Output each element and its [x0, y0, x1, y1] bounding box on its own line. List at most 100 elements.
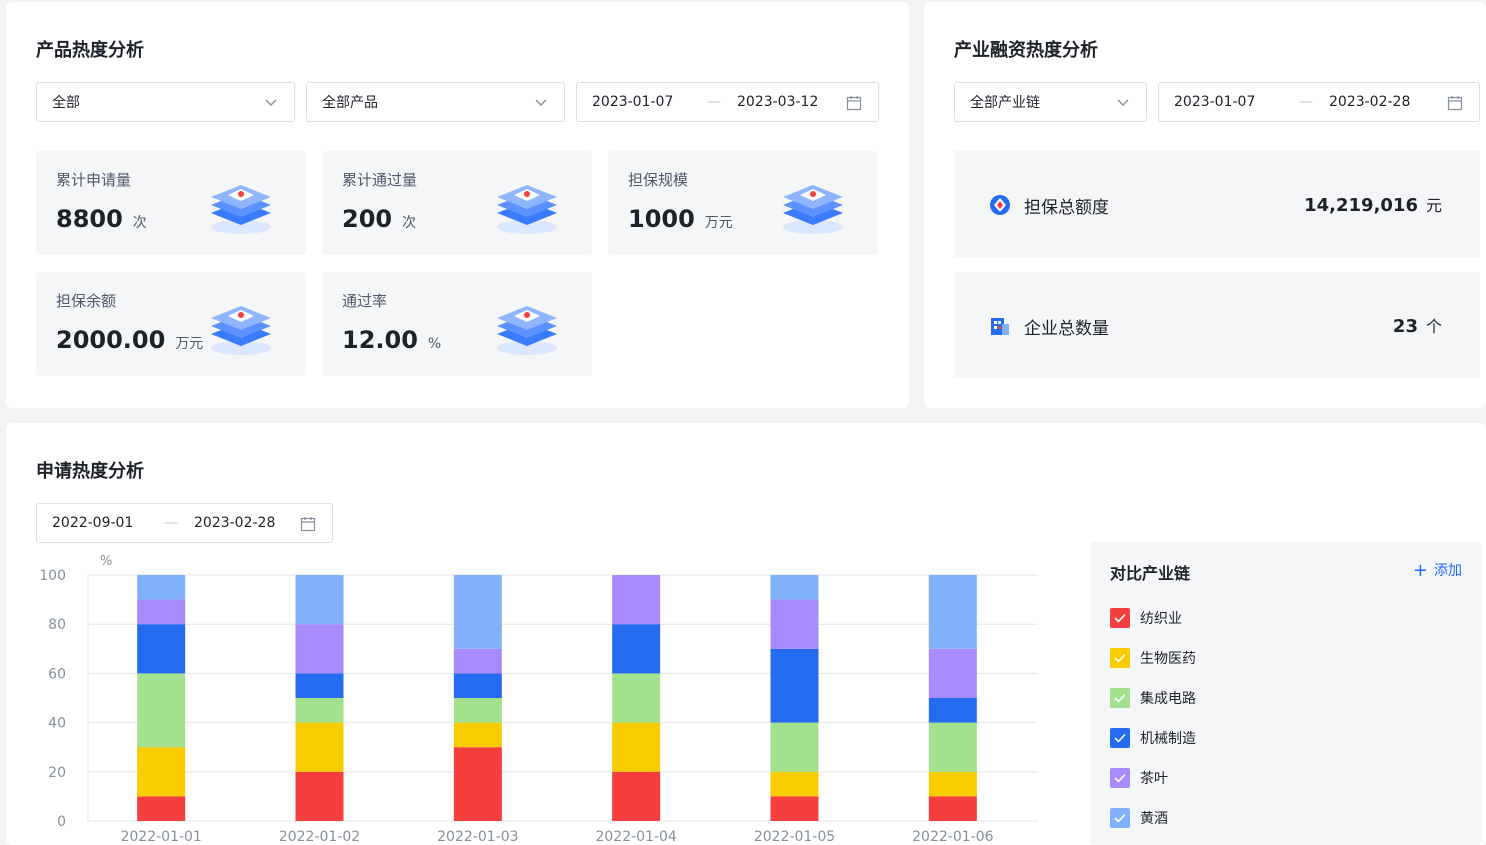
bar-segment	[137, 673, 186, 748]
calendar-icon[interactable]	[846, 95, 862, 111]
server-stack-icon	[497, 185, 557, 234]
y-axis-unit: %	[100, 554, 112, 569]
bar-segment	[137, 599, 186, 625]
bar-segment	[928, 575, 977, 649]
legend-item[interactable]: 茶叶	[1110, 768, 1168, 788]
panel-title: 产业融资热度分析	[954, 40, 1098, 61]
checkbox-checked-icon[interactable]	[1110, 648, 1130, 668]
summary-value: 14,219,016 元	[1304, 195, 1442, 216]
summary-label: 担保总额度	[1024, 198, 1109, 218]
plus-icon: +	[1412, 560, 1428, 581]
bar-segment	[137, 747, 186, 797]
stat-value: 200 次	[342, 205, 417, 233]
date-end[interactable]: 2023-02-28	[1329, 94, 1410, 110]
stat-card-approved: 累计通过量 200 次	[322, 151, 592, 255]
x-tick-label: 2022-01-06	[912, 829, 993, 845]
panel-title: 申请热度分析	[36, 461, 144, 482]
x-tick-label: 2022-01-02	[279, 829, 360, 845]
stat-label: 累计申请量	[56, 171, 132, 189]
bar-segment	[612, 673, 661, 723]
compare-industry-legend: 对比产业链 + 添加 纺织业生物医药集成电路机械制造茶叶黄酒	[1090, 542, 1482, 845]
shield-icon	[990, 195, 1010, 215]
bar-segment	[928, 698, 977, 723]
bar-segment	[295, 722, 344, 772]
checkbox-checked-icon[interactable]	[1110, 728, 1130, 748]
bar-segment	[928, 722, 977, 772]
summary-total-companies: 企业总数量 23 个	[954, 272, 1480, 378]
bar-segment	[295, 698, 344, 723]
legend-item[interactable]: 纺织业	[1110, 608, 1182, 628]
stat-card-guarantee-scale: 担保规模 1000 万元	[608, 151, 878, 255]
date-separator: —	[1299, 94, 1313, 110]
bar-segment	[770, 648, 819, 723]
bar-segment	[928, 796, 977, 821]
y-tick-label: 100	[39, 568, 66, 584]
product-select[interactable]: 全部产品	[306, 82, 565, 122]
legend-label: 生物医药	[1140, 651, 1196, 667]
industry-chain-select-value: 全部产业链	[970, 95, 1040, 111]
date-end[interactable]: 2023-03-12	[737, 94, 818, 110]
bar-segment	[295, 673, 344, 698]
add-button[interactable]: + 添加	[1413, 560, 1462, 581]
category-select[interactable]: 全部	[36, 82, 295, 122]
date-start[interactable]: 2023-01-07	[592, 94, 673, 110]
server-stack-icon	[211, 185, 271, 234]
industry-date-range[interactable]: 2023-01-07 — 2023-02-28	[1158, 82, 1480, 122]
legend-item[interactable]: 黄酒	[1110, 808, 1168, 828]
product-date-range[interactable]: 2023-01-07 — 2023-03-12	[576, 82, 879, 122]
stat-value: 12.00%	[342, 326, 442, 354]
stat-label: 通过率	[342, 292, 388, 310]
bar-segment	[770, 722, 819, 772]
summary-total-guarantee: 担保总额度 14,219,016 元	[954, 151, 1480, 257]
stat-label: 担保规模	[628, 171, 689, 189]
bar-segment	[453, 673, 502, 698]
stat-value: 2000.00 万元	[56, 326, 204, 354]
bar-segment	[928, 648, 977, 698]
bar-segment	[137, 575, 186, 600]
bar-segment	[928, 771, 977, 797]
building-icon	[991, 318, 1009, 335]
date-start[interactable]: 2023-01-07	[1174, 94, 1255, 110]
chevron-down-icon	[1117, 99, 1129, 106]
y-tick-label: 40	[48, 716, 66, 732]
legend-label: 机械制造	[1140, 731, 1196, 747]
calendar-icon[interactable]	[300, 516, 316, 532]
date-end[interactable]: 2023-02-28	[194, 515, 275, 531]
y-tick-label: 80	[48, 617, 66, 633]
stat-card-guarantee-balance: 担保余额 2000.00 万元	[36, 272, 306, 376]
legend-item[interactable]: 集成电路	[1110, 688, 1196, 708]
legend-label: 纺织业	[1140, 611, 1182, 627]
date-start[interactable]: 2022-09-01	[52, 515, 133, 531]
legend-item[interactable]: 生物医药	[1110, 648, 1196, 668]
legend-item[interactable]: 机械制造	[1110, 728, 1196, 748]
y-tick-label: 60	[48, 666, 66, 682]
checkbox-checked-icon[interactable]	[1110, 808, 1130, 828]
bar-segment	[453, 722, 502, 748]
checkbox-checked-icon[interactable]	[1110, 688, 1130, 708]
calendar-icon[interactable]	[1447, 95, 1463, 111]
stacked-bar-chart: % 0 20 40 60 80 100 2022-01-01 2022-01-02 2022-01…	[39, 554, 1038, 845]
checkbox-checked-icon[interactable]	[1110, 768, 1130, 788]
bar-segment	[612, 575, 661, 625]
x-tick-label: 2022-01-04	[595, 829, 676, 845]
category-select-value: 全部	[52, 95, 80, 111]
bar-segment	[612, 771, 661, 821]
bar-segment	[453, 698, 502, 723]
bar-segment	[137, 796, 186, 821]
chevron-down-icon	[535, 99, 547, 106]
bar-segment	[770, 599, 819, 649]
bar-segment	[612, 624, 661, 674]
chevron-down-icon	[265, 99, 277, 106]
apply-date-range[interactable]: 2022-09-01 — 2023-02-28	[36, 503, 333, 543]
industry-chain-select[interactable]: 全部产业链	[954, 82, 1147, 122]
stat-value: 1000 万元	[628, 205, 733, 233]
bar-segment	[770, 796, 819, 821]
y-tick-label: 20	[48, 765, 66, 781]
bar-segment	[453, 575, 502, 649]
stat-card-applications: 累计申请量 8800 次	[36, 151, 306, 255]
x-tick-label: 2022-01-01	[120, 829, 201, 845]
bar-segment	[453, 648, 502, 674]
legend-title: 对比产业链	[1110, 564, 1191, 583]
legend-label: 黄酒	[1140, 811, 1168, 827]
checkbox-checked-icon[interactable]	[1110, 608, 1130, 628]
